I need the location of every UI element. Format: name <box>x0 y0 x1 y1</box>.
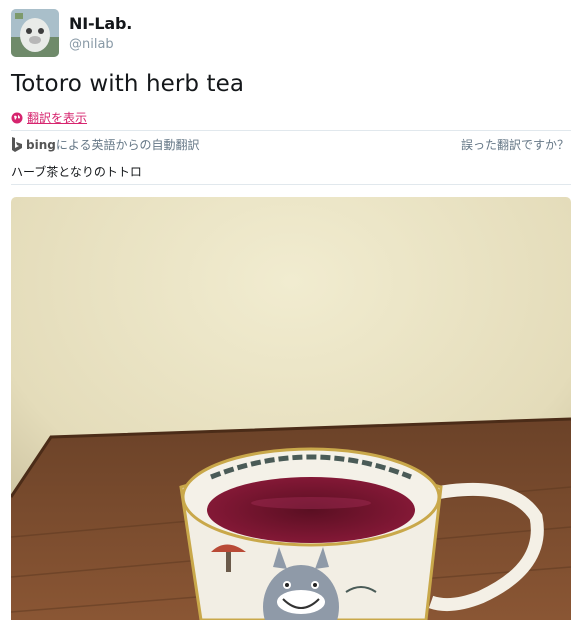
tweet-header: NI-Lab. @nilab <box>11 9 571 57</box>
divider <box>11 184 571 185</box>
report-translation-link[interactable]: 誤った翻訳ですか？ <box>461 136 569 153</box>
avatar[interactable] <box>11 9 59 57</box>
user-handle[interactable]: @nilab <box>69 37 114 52</box>
globe-icon <box>11 112 23 123</box>
bing-brand: bing <box>26 137 56 152</box>
tweet-photo[interactable] <box>11 197 571 620</box>
tweet-text: Totoro with herb tea <box>11 71 245 97</box>
bing-logo-icon <box>12 136 22 152</box>
show-translation-link[interactable]: 翻訳を表示 <box>11 109 87 126</box>
translation-provider-text: による英語からの自動翻訳 <box>55 138 200 152</box>
translated-text: ハーブ茶となりのトトロ <box>11 165 142 179</box>
translation-attribution: bing による英語からの自動翻訳 誤った翻訳ですか？ <box>11 134 571 154</box>
divider <box>11 130 571 131</box>
show-translation-label[interactable]: 翻訳を表示 <box>27 109 87 126</box>
display-name[interactable]: NI-Lab. <box>69 14 132 33</box>
